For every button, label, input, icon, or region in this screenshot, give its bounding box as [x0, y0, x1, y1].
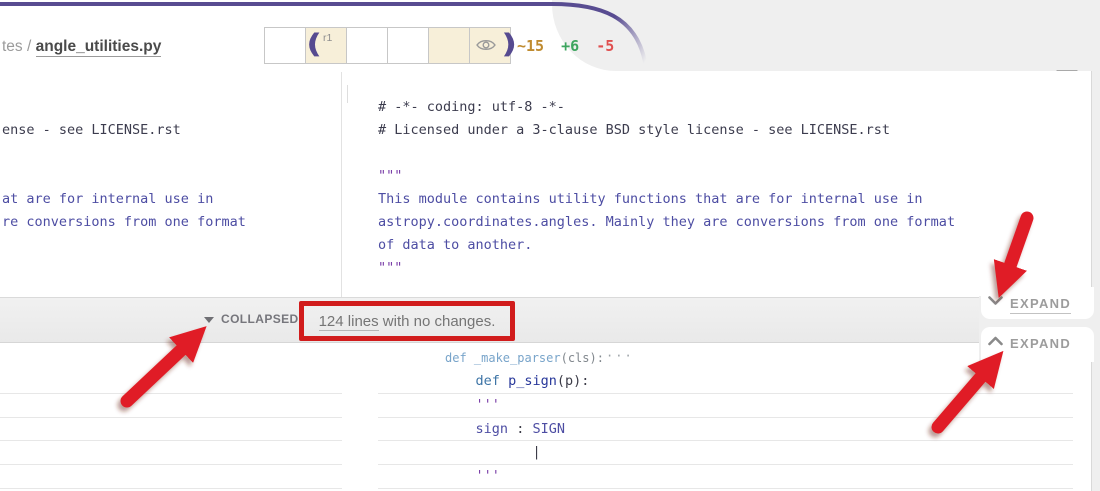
expand-below-button[interactable]: EXPAND [981, 327, 1094, 362]
eye-icon [476, 39, 496, 51]
code-line: | [378, 441, 1073, 466]
context-function-header: def _make_parser(cls): [445, 348, 604, 368]
code-line: at are for internal use in [2, 191, 214, 207]
code-line: ense - see LICENSE.rst [2, 122, 181, 138]
revision-cell-2[interactable] [347, 28, 388, 63]
revision-cell-r1[interactable]: ( r1 [306, 28, 347, 63]
code-line: of data to another. [378, 237, 533, 253]
context-segment: (cls): [560, 351, 604, 365]
code-line: ''' [378, 394, 1073, 418]
code-line: re conversions from one format [2, 214, 246, 230]
diff-pane-modified: # -*- coding: utf-8 -*- # Licensed under … [378, 96, 1078, 280]
revision-cell-current[interactable]: ) [470, 28, 517, 63]
revision-cell-orig[interactable] [265, 28, 306, 63]
revision-selector: ( r1 ) [264, 27, 517, 64]
code-line: """ [378, 260, 403, 276]
code-line [0, 370, 342, 394]
collapsed-message-rest: with no changes. [378, 312, 496, 330]
diff-viewer: tes / angle_utilities.py ( r1 ) ~15 +6 -… [0, 0, 1100, 491]
collapsed-label: COLLAPSED: [221, 312, 303, 326]
expand-above-button[interactable]: EXPAND [981, 287, 1094, 319]
code-line: def p_sign(p): [378, 370, 1073, 394]
diff-pane-modified-bottom: def p_sign(p): ''' sign : SIGN | ''' [378, 370, 1073, 489]
pane-divider [341, 72, 342, 297]
stat-deleted: -5 [596, 37, 615, 55]
filename-link[interactable]: angle_utilities.py [35, 38, 162, 57]
breadcrumb-prefix: tes / [2, 38, 32, 55]
collapse-toggle-triangle-icon[interactable] [204, 317, 214, 323]
diff-pane-original-bottom [0, 370, 342, 489]
revision-label: r1 [323, 32, 333, 44]
code-line: sign : SIGN [378, 418, 1073, 442]
context-segment: def _make_parser [445, 351, 561, 365]
breadcrumb: tes / angle_utilities.py [2, 38, 162, 57]
stat-modified: ~15 [517, 37, 545, 55]
code-line [0, 465, 342, 489]
code-line [0, 418, 342, 442]
chevron-up-icon [988, 336, 1003, 346]
expand-above-label[interactable]: EXPAND [1010, 296, 1072, 314]
code-line: This module contains utility functions t… [378, 191, 923, 207]
code-line: # Licensed under a 3-clause BSD style li… [378, 122, 891, 138]
collapsed-lines-link[interactable]: 124 lines [318, 312, 379, 331]
stat-added: +6 [561, 37, 580, 55]
diff-stats: ~15 +6 -5 [517, 37, 614, 55]
code-line: # -*- coding: utf-8 -*- [378, 99, 565, 115]
code-line [0, 394, 342, 418]
expand-below-label[interactable]: EXPAND [1010, 336, 1071, 351]
code-line [0, 441, 342, 466]
code-line: ''' [378, 465, 1073, 489]
code-line: """ [378, 168, 403, 184]
chevron-down-icon [988, 296, 1003, 305]
annotation-red-box: 124 lines with no changes. [299, 301, 515, 341]
diff-pane-original: ense - see LICENSE.rst at are for interna… [2, 96, 341, 280]
collapsed-message[interactable]: 124 lines with no changes. [318, 312, 496, 331]
collapsed-banner: COLLAPSED: 124 lines with no changes. [0, 297, 982, 343]
revision-range-open-paren-icon: ( [306, 29, 323, 60]
revision-cell-3[interactable] [388, 28, 429, 63]
revision-cell-4[interactable] [429, 28, 470, 63]
gutter-tick [347, 85, 348, 103]
revision-range-close-paren-icon: ) [500, 29, 517, 60]
code-line: astropy.coordinates.angles. Mainly they … [378, 214, 956, 230]
context-ellipsis: ··· [606, 349, 634, 363]
